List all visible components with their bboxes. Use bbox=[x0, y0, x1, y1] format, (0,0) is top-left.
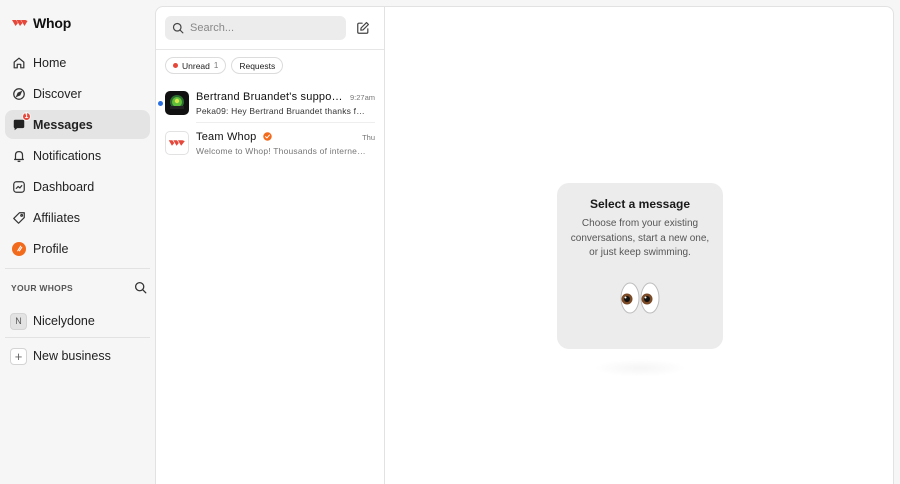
whop-item-label: Nicelydone bbox=[33, 314, 95, 328]
search-icon bbox=[172, 22, 184, 34]
conversation-preview: Peka09: Hey Bertrand Bruandet thanks f… bbox=[196, 106, 365, 116]
dashboard-icon bbox=[12, 180, 26, 194]
sidebar-item-label: Dashboard bbox=[33, 179, 95, 194]
empty-state-card: Select a message Choose from your existi… bbox=[557, 183, 723, 349]
sidebar-item-label: Affiliates bbox=[33, 210, 81, 225]
app-name: Whop bbox=[33, 15, 72, 31]
messages-badge: 1 bbox=[22, 111, 31, 121]
filter-unread-label: Unread bbox=[182, 60, 210, 71]
plus-icon: + bbox=[10, 347, 27, 365]
whop-logo-icon bbox=[12, 20, 28, 26]
sidebar-item-messages[interactable]: 1 Messages bbox=[5, 110, 150, 139]
whop-avatar: N bbox=[10, 312, 27, 330]
unread-indicator bbox=[173, 63, 178, 68]
conversation-time: Thu bbox=[362, 133, 375, 142]
sidebar-item-label: Discover bbox=[33, 86, 82, 101]
message-detail-panel: Select a message Choose from your existi… bbox=[384, 6, 894, 484]
filter-requests-label: Requests bbox=[239, 60, 276, 71]
chat-icon: 1 bbox=[12, 111, 31, 132]
conversation-time: 9:27am bbox=[349, 93, 375, 102]
conversation-title: Bertrand Bruandet's support … bbox=[196, 91, 344, 103]
sidebar-item-label: Profile bbox=[33, 241, 69, 256]
filter-requests[interactable]: Requests bbox=[231, 57, 284, 74]
filter-unread[interactable]: Unread 1 bbox=[165, 57, 227, 74]
filter-unread-count: 1 bbox=[213, 61, 219, 70]
profile-icon bbox=[12, 241, 26, 256]
conversation-avatar bbox=[165, 131, 189, 155]
unread-dot bbox=[158, 101, 163, 106]
filter-row: Unread 1 Requests bbox=[165, 57, 284, 74]
tag-icon bbox=[12, 211, 26, 225]
sidebar-item-label: Messages bbox=[33, 117, 93, 132]
conversation-list-panel: Unread 1 Requests Bertrand Bruandet's su… bbox=[155, 6, 385, 484]
verified-badge-icon bbox=[263, 132, 272, 141]
card-shadow bbox=[593, 359, 687, 377]
your-whops-header: YOUR WHOPS bbox=[11, 283, 74, 293]
row-divider bbox=[196, 122, 375, 123]
compass-icon bbox=[12, 87, 26, 101]
sidebar-item-label: Home bbox=[33, 55, 67, 70]
conversation-title-text: Team Whop bbox=[196, 131, 257, 143]
search-icon[interactable] bbox=[134, 281, 147, 294]
new-business-label: New business bbox=[33, 349, 111, 363]
compose-icon[interactable] bbox=[356, 21, 370, 35]
new-business-button[interactable]: + New business bbox=[5, 345, 150, 367]
conversation-item[interactable]: Team Whop Thu Welcome to Whop! Thousands… bbox=[156, 125, 385, 163]
sidebar-item-affiliates[interactable]: Affiliates bbox=[5, 203, 150, 232]
eyes-icon bbox=[620, 282, 660, 314]
sidebar-item-discover[interactable]: Discover bbox=[5, 79, 150, 108]
sidebar-item-home[interactable]: Home bbox=[5, 48, 150, 77]
conversation-preview: Welcome to Whop! Thousands of interne… bbox=[196, 146, 366, 156]
whop-logo[interactable]: Whop bbox=[11, 15, 71, 31]
sidebar-item-notifications[interactable]: Notifications bbox=[5, 141, 150, 170]
list-divider bbox=[156, 49, 385, 50]
search-input[interactable] bbox=[190, 22, 340, 34]
home-icon bbox=[12, 56, 26, 70]
empty-state-body: Choose from your existing conversations,… bbox=[570, 218, 710, 258]
conversation-item[interactable]: Bertrand Bruandet's support … 9:27am Pek… bbox=[156, 85, 385, 123]
whop-item-nicelydone[interactable]: N Nicelydone bbox=[5, 310, 150, 332]
conversation-title: Team Whop bbox=[196, 131, 344, 143]
sidebar-divider bbox=[5, 268, 150, 269]
sidebar-item-dashboard[interactable]: Dashboard bbox=[5, 172, 150, 201]
sidebar-item-label: Notifications bbox=[33, 148, 102, 163]
sidebar: Whop Home Discover 1 Messages Notificati… bbox=[0, 0, 155, 484]
bell-icon bbox=[12, 149, 26, 163]
sidebar-item-profile[interactable]: Profile bbox=[5, 234, 150, 263]
empty-state-title: Select a message bbox=[589, 197, 691, 211]
search-field[interactable] bbox=[165, 16, 346, 40]
conversation-avatar bbox=[165, 91, 189, 115]
sidebar-divider bbox=[5, 337, 150, 338]
